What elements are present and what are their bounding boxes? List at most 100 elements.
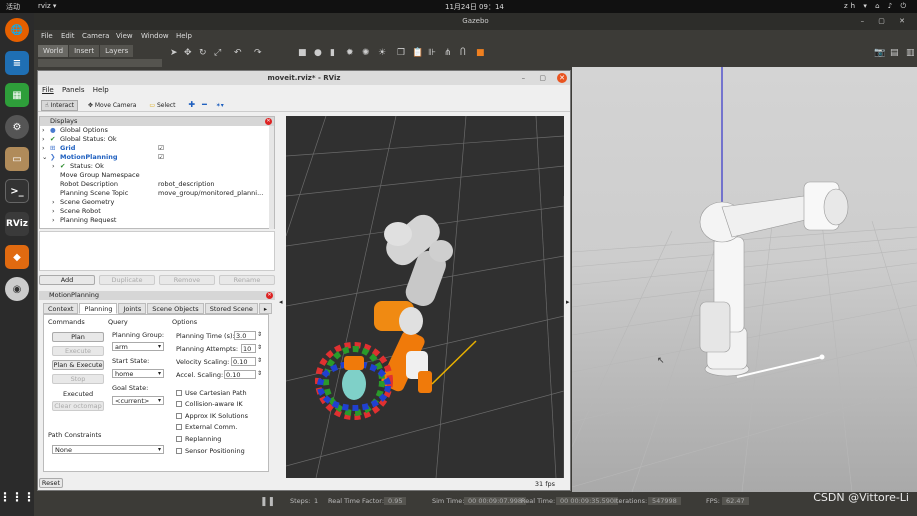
- docs-icon[interactable]: ≡: [5, 51, 29, 75]
- tab-planning[interactable]: Planning: [79, 303, 118, 314]
- tab-scroll-right-icon[interactable]: ▸: [258, 303, 273, 314]
- remove-display-button[interactable]: Remove: [159, 275, 215, 285]
- close-icon[interactable]: ✕: [557, 73, 567, 83]
- rename-display-button[interactable]: Rename: [219, 275, 275, 285]
- use-cartesian-path-checkbox[interactable]: [176, 390, 182, 396]
- execute-button[interactable]: Execute: [52, 346, 104, 356]
- firefox-icon[interactable]: 🌐: [5, 18, 29, 42]
- cylinder-shape-icon[interactable]: ▮: [330, 48, 335, 58]
- tab-world[interactable]: World: [38, 45, 69, 57]
- close-displays-icon[interactable]: ✕: [265, 118, 272, 125]
- spot-light-icon[interactable]: ✺: [362, 48, 370, 58]
- collapse-left-arrow-icon[interactable]: ◂: [279, 298, 283, 306]
- undo-icon[interactable]: ↶: [234, 48, 242, 58]
- accel-scaling-stepper-icon[interactable]: ⇕: [257, 370, 262, 377]
- start-state-select[interactable]: home: [112, 369, 164, 378]
- expand-arrow-icon[interactable]: ›: [42, 144, 45, 153]
- screenshot-icon[interactable]: 📷: [874, 48, 885, 58]
- grid-enabled-checkbox[interactable]: ☑: [158, 144, 164, 153]
- reset-button[interactable]: Reset: [39, 478, 63, 488]
- color-icon[interactable]: ■: [476, 48, 485, 58]
- tab-context[interactable]: Context: [43, 303, 79, 314]
- path-constraints-select[interactable]: None: [52, 445, 164, 454]
- files-icon[interactable]: ▭: [5, 147, 29, 171]
- snap-icon[interactable]: ⋔: [444, 48, 452, 58]
- expand-arrow-icon[interactable]: ›: [52, 162, 55, 171]
- rviz-icon[interactable]: RViz: [5, 212, 29, 236]
- expand-arrow-icon[interactable]: ›: [42, 126, 45, 135]
- collapse-right-arrow-icon[interactable]: ▸: [566, 298, 570, 306]
- align-icon[interactable]: ⊪: [428, 48, 436, 58]
- display-row-robot-description[interactable]: Robot Description robot_description: [40, 180, 274, 189]
- plan-and-execute-button[interactable]: Plan & Execute: [52, 360, 104, 370]
- planning-time-input[interactable]: 3.0: [234, 331, 256, 340]
- select-button[interactable]: ▭ Select: [146, 101, 178, 110]
- goal-state-select[interactable]: <current>: [112, 396, 164, 405]
- gazebo-menu-edit[interactable]: Edit: [61, 32, 75, 40]
- clock[interactable]: 11月24日 09：14: [445, 2, 504, 12]
- plan-button[interactable]: Plan: [52, 332, 104, 342]
- gazebo-window-controls[interactable]: – ▢ ✕: [861, 13, 911, 30]
- tab-insert[interactable]: Insert: [69, 45, 100, 57]
- display-row-global-status[interactable]: › ✔ Global Status: Ok: [40, 135, 274, 144]
- velocity-scaling-input[interactable]: 0.10: [231, 357, 256, 366]
- settings-icon[interactable]: ⚙: [5, 115, 29, 139]
- pause-icon[interactable]: ❚❚: [260, 497, 275, 507]
- interact-button[interactable]: ☝ Interact: [41, 100, 78, 111]
- clear-octomap-button[interactable]: Clear octomap: [52, 401, 104, 411]
- expand-arrow-icon[interactable]: ›: [52, 216, 55, 225]
- rviz-menu-help[interactable]: Help: [93, 86, 109, 94]
- sheet-icon[interactable]: ▦: [5, 83, 29, 107]
- system-tray[interactable]: zh ▾ ⌂ ♪ ⏻: [844, 2, 909, 11]
- log-icon[interactable]: ▤: [890, 48, 899, 58]
- approx-ik-checkbox[interactable]: [176, 413, 182, 419]
- remove-tool-icon[interactable]: ━: [199, 99, 210, 110]
- accel-scaling-input[interactable]: 0.10: [224, 370, 256, 379]
- planning-group-select[interactable]: arm: [112, 342, 164, 351]
- tab-stored-scene[interactable]: Stored Scene: [204, 303, 258, 314]
- planning-attempts-stepper-icon[interactable]: ⇕: [257, 344, 262, 351]
- tab-scene-objects[interactable]: Scene Objects: [147, 303, 204, 314]
- rotate-icon[interactable]: ↻: [199, 48, 207, 58]
- robot-description-value[interactable]: robot_description: [158, 180, 270, 189]
- box-shape-icon[interactable]: ■: [298, 48, 307, 58]
- tab-joints[interactable]: Joints: [118, 303, 147, 314]
- expand-arrow-icon[interactable]: ›: [52, 207, 55, 216]
- gazebo-menu-window[interactable]: Window: [141, 32, 169, 40]
- tool-properties-icon[interactable]: ✶▾: [213, 101, 227, 110]
- dvd-icon[interactable]: ◉: [5, 277, 29, 301]
- terminal-icon[interactable]: >_: [5, 179, 29, 203]
- redo-icon[interactable]: ↷: [254, 48, 262, 58]
- tab-layers[interactable]: Layers: [100, 45, 134, 57]
- steps-value[interactable]: 1: [314, 497, 318, 505]
- app-menu[interactable]: rviz ▾: [38, 2, 56, 10]
- motion-planning-enabled-checkbox[interactable]: ☑: [158, 153, 164, 162]
- copy-icon[interactable]: ❐: [397, 48, 405, 58]
- add-display-button[interactable]: Add: [39, 275, 95, 285]
- gazebo-menu-camera[interactable]: Camera: [82, 32, 109, 40]
- display-row-motion-planning[interactable]: ⌄ ❯ MotionPlanning ☑: [40, 153, 274, 162]
- layers-icon[interactable]: ◆: [5, 245, 29, 269]
- point-light-icon[interactable]: ✹: [346, 48, 354, 58]
- display-row-planning-request[interactable]: › Planning Request: [40, 216, 274, 225]
- rviz-min-max-icons[interactable]: – ▢: [522, 71, 552, 85]
- collision-aware-ik-checkbox[interactable]: [176, 401, 182, 407]
- expand-arrow-icon[interactable]: ›: [52, 198, 55, 207]
- display-row-grid[interactable]: › ⊞ Grid ☑: [40, 144, 274, 153]
- gazebo-menu-help[interactable]: Help: [176, 32, 192, 40]
- display-row-status-ok[interactable]: › ✔ Status: Ok: [40, 162, 274, 171]
- rviz-3d-viewport[interactable]: [286, 116, 564, 478]
- stop-button[interactable]: Stop: [52, 374, 104, 384]
- language-indicator[interactable]: zh: [844, 2, 858, 10]
- gazebo-menu-view[interactable]: View: [116, 32, 133, 40]
- display-row-planning-scene-topic[interactable]: Planning Scene Topic move_group/monitore…: [40, 189, 274, 198]
- displays-scrollbar[interactable]: [269, 126, 274, 229]
- paste-icon[interactable]: 📋: [412, 48, 423, 58]
- move-camera-button[interactable]: ✥ Move Camera: [85, 101, 140, 110]
- gazebo-3d-scene[interactable]: ↖: [572, 67, 917, 492]
- display-row-scene-robot[interactable]: › Scene Robot: [40, 207, 274, 216]
- apps-grid-icon[interactable]: ⋮⋮⋮: [0, 485, 35, 509]
- scale-icon[interactable]: ⤢: [214, 48, 221, 58]
- rviz-menu-panels[interactable]: Panels: [62, 86, 85, 94]
- external-comm-checkbox[interactable]: [176, 424, 182, 430]
